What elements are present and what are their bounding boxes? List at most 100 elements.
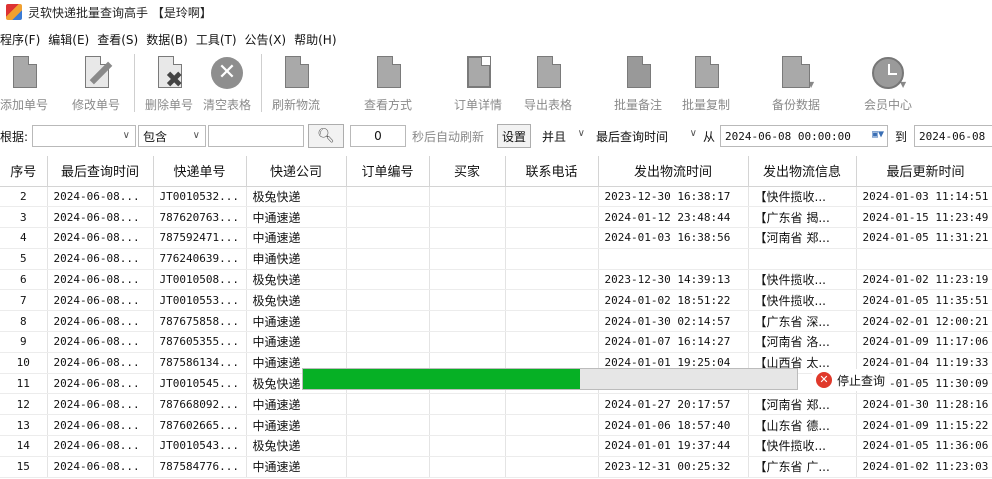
column-header-courier[interactable]: 快递公司	[246, 156, 347, 187]
col-buyer-cell	[429, 248, 506, 270]
match-mode-value: 包含	[143, 129, 168, 144]
table-row[interactable]: 3 2024-06-08... 787620763... 中通速递 2024-01-12…	[0, 206, 992, 229]
col-last-query-time-cell: 2024-06-08...	[47, 248, 154, 270]
menu-notice[interactable]: 公告(X)	[241, 31, 291, 48]
menu-help[interactable]: 帮助(H)	[290, 31, 340, 48]
keyword-input[interactable]	[208, 125, 304, 147]
table-row[interactable]: 7 2024-06-08... JT0010553... 极兔快递 2024-01-02…	[0, 289, 992, 312]
col-courier-cell: 中通速递	[246, 206, 347, 229]
col-last-query-time-cell: 2024-06-08...	[47, 269, 154, 291]
stop-query-button[interactable]: ✕ 停止查询	[812, 369, 890, 391]
filter-field-select[interactable]: ∨	[32, 125, 136, 147]
batch-copy-button[interactable]: 批量复制	[678, 52, 734, 116]
order-detail-label: 订单详情	[453, 98, 502, 112]
refresh-seconds-input[interactable]: 0	[350, 125, 406, 147]
refresh-logistics-button[interactable]: 刷新物流	[268, 52, 324, 116]
column-header-order-number[interactable]: 订单编号	[346, 156, 430, 187]
delete-number-button[interactable]: ✖ 删除单号	[141, 52, 197, 116]
col-buyer-cell	[429, 393, 506, 416]
export-table-icon	[532, 56, 564, 90]
table-row[interactable]: 9 2024-06-08... 787605355... 中通速递 2024-01-07…	[0, 331, 992, 353]
col-last-update-time-cell: 2024-01-05 11:36:06	[856, 435, 992, 457]
col-last-update-time-cell: 2024-01-09 11:15:22	[856, 414, 992, 437]
view-mode-button[interactable]: 查看方式	[360, 52, 416, 116]
menu-tools[interactable]: 工具(T)	[192, 31, 241, 48]
time-field-value: 最后查询时间	[596, 129, 669, 144]
backup-data-button[interactable]: 备份数据	[768, 52, 824, 116]
column-header-last-update-time[interactable]: 最后更新时间	[856, 156, 992, 187]
column-header-phone[interactable]: 联系电话	[505, 156, 599, 187]
table-row[interactable]: 15 2024-06-08... 787584776... 中通速递 2023-12-3…	[0, 456, 992, 478]
menu-program[interactable]: 程序(F)	[0, 31, 44, 48]
from-label: 从	[703, 129, 716, 144]
menu-view[interactable]: 查看(S)	[93, 31, 142, 48]
table-row[interactable]: 6 2024-06-08... JT0010508... 极兔快递 2023-12-30…	[0, 269, 992, 291]
table-row[interactable]: 5 2024-06-08... 776240639... 申通快递	[0, 248, 992, 270]
col-order-number-cell	[346, 227, 430, 249]
settings-button[interactable]: 设置	[497, 124, 531, 148]
app-logo-icon	[6, 4, 22, 20]
col-last-update-time-cell: 2024-01-05 11:35:51	[856, 289, 992, 312]
table-header-row: 序号 最后查询时间 快递单号 快递公司 订单编号 买家 联系电话 发出物流时间 发出物流信息 最后…	[0, 156, 992, 187]
column-header-tracking-number[interactable]: 快递单号	[153, 156, 247, 187]
menu-edit[interactable]: 编辑(E)	[44, 31, 93, 48]
menu-bar: 程序(F) 编辑(E) 查看(S) 数据(B) 工具(T) 公告(X) 帮助(H…	[0, 28, 341, 50]
search-button[interactable]: 🔍︎	[308, 124, 344, 148]
col-order-number-cell	[346, 269, 430, 291]
col-dispatch-info-cell: 【广东省 揭...	[748, 206, 857, 229]
to-datetime-picker[interactable]: 2024-06-08	[914, 125, 992, 147]
add-document-icon	[8, 56, 40, 90]
table-row[interactable]: 8 2024-06-08... 787675858... 中通速递 2024-01-30…	[0, 310, 992, 333]
col-dispatch-info-cell: 【快件揽收...	[748, 269, 857, 291]
column-header-last-query-time[interactable]: 最后查询时间	[47, 156, 154, 187]
col-buyer-cell	[429, 227, 506, 249]
table-row[interactable]: 14 2024-06-08... JT0010543... 极兔快递 2024-01-0…	[0, 435, 992, 457]
title-bar: 灵软快递批量查询高手 【是玲啊】	[0, 0, 992, 24]
time-field-select[interactable]: 最后查询时间 ∨	[592, 124, 702, 148]
toolbar-separator	[134, 54, 135, 112]
col-buyer-cell	[429, 331, 506, 353]
table-row[interactable]: 4 2024-06-08... 787592471... 中通速递 2024-01-03…	[0, 227, 992, 249]
window-title: 灵软快递批量查询高手 【是玲啊】	[28, 5, 212, 20]
col-dispatch-info-cell: 【河南省 郑...	[748, 227, 857, 249]
table-row[interactable]: 2 2024-06-08... JT0010532... 极兔快递 2023-12-30…	[0, 186, 992, 208]
col-phone-cell	[505, 435, 599, 457]
logic-select[interactable]: 并且 ∨	[538, 124, 590, 148]
export-table-button[interactable]: 导出表格	[520, 52, 576, 116]
add-number-button[interactable]: 添加单号	[0, 52, 52, 116]
batch-note-button[interactable]: 批量备注	[610, 52, 666, 116]
table-row[interactable]: 12 2024-06-08... 787668092... 中通速递 2024-01-2…	[0, 393, 992, 416]
match-mode-select[interactable]: 包含 ∨	[138, 125, 206, 147]
col-tracking-number-cell: 787668092...	[153, 393, 247, 416]
column-header-dispatch-info[interactable]: 发出物流信息	[748, 156, 857, 187]
col-last-update-time-cell: 2024-01-09 11:17:06	[856, 331, 992, 353]
logic-value: 并且	[542, 129, 567, 144]
col-tracking-number-cell: 787602665...	[153, 414, 247, 437]
column-header-buyer[interactable]: 买家	[429, 156, 506, 187]
column-header-index[interactable]: 序号	[0, 156, 48, 187]
col-last-query-time-cell: 2024-06-08...	[47, 435, 154, 457]
clear-table-button[interactable]: ✕ 清空表格	[199, 52, 255, 116]
edit-number-label: 修改单号	[71, 98, 120, 112]
member-center-button[interactable]: 会员中心	[860, 52, 916, 116]
col-last-query-time-cell: 2024-06-08...	[47, 227, 154, 249]
col-last-query-time-cell: 2024-06-08...	[47, 289, 154, 312]
calendar-dropdown-icon[interactable]: ▣▼	[872, 129, 884, 140]
col-courier-cell: 极兔快递	[246, 269, 347, 291]
col-buyer-cell	[429, 310, 506, 333]
from-datetime-picker[interactable]: 2024-06-08 00:00:00 ▣▼	[720, 125, 888, 147]
table-row[interactable]: 13 2024-06-08... 787602665... 中通速递 2024-01-0…	[0, 414, 992, 437]
order-detail-button[interactable]: 订单详情	[450, 52, 506, 116]
col-phone-cell	[505, 456, 599, 478]
col-index-cell: 6	[0, 269, 48, 291]
menu-data[interactable]: 数据(B)	[142, 31, 192, 48]
edit-pencil-icon	[80, 56, 113, 90]
col-last-query-time-cell: 2024-06-08...	[47, 414, 154, 437]
col-courier-cell: 中通速递	[246, 331, 347, 353]
column-header-dispatch-time[interactable]: 发出物流时间	[598, 156, 749, 187]
col-tracking-number-cell: 787584776...	[153, 456, 247, 478]
edit-number-button[interactable]: 修改单号	[68, 52, 124, 116]
col-phone-cell	[505, 227, 599, 249]
col-dispatch-time-cell: 2024-01-01 19:37:44	[598, 435, 749, 457]
to-label: 到	[895, 129, 908, 144]
